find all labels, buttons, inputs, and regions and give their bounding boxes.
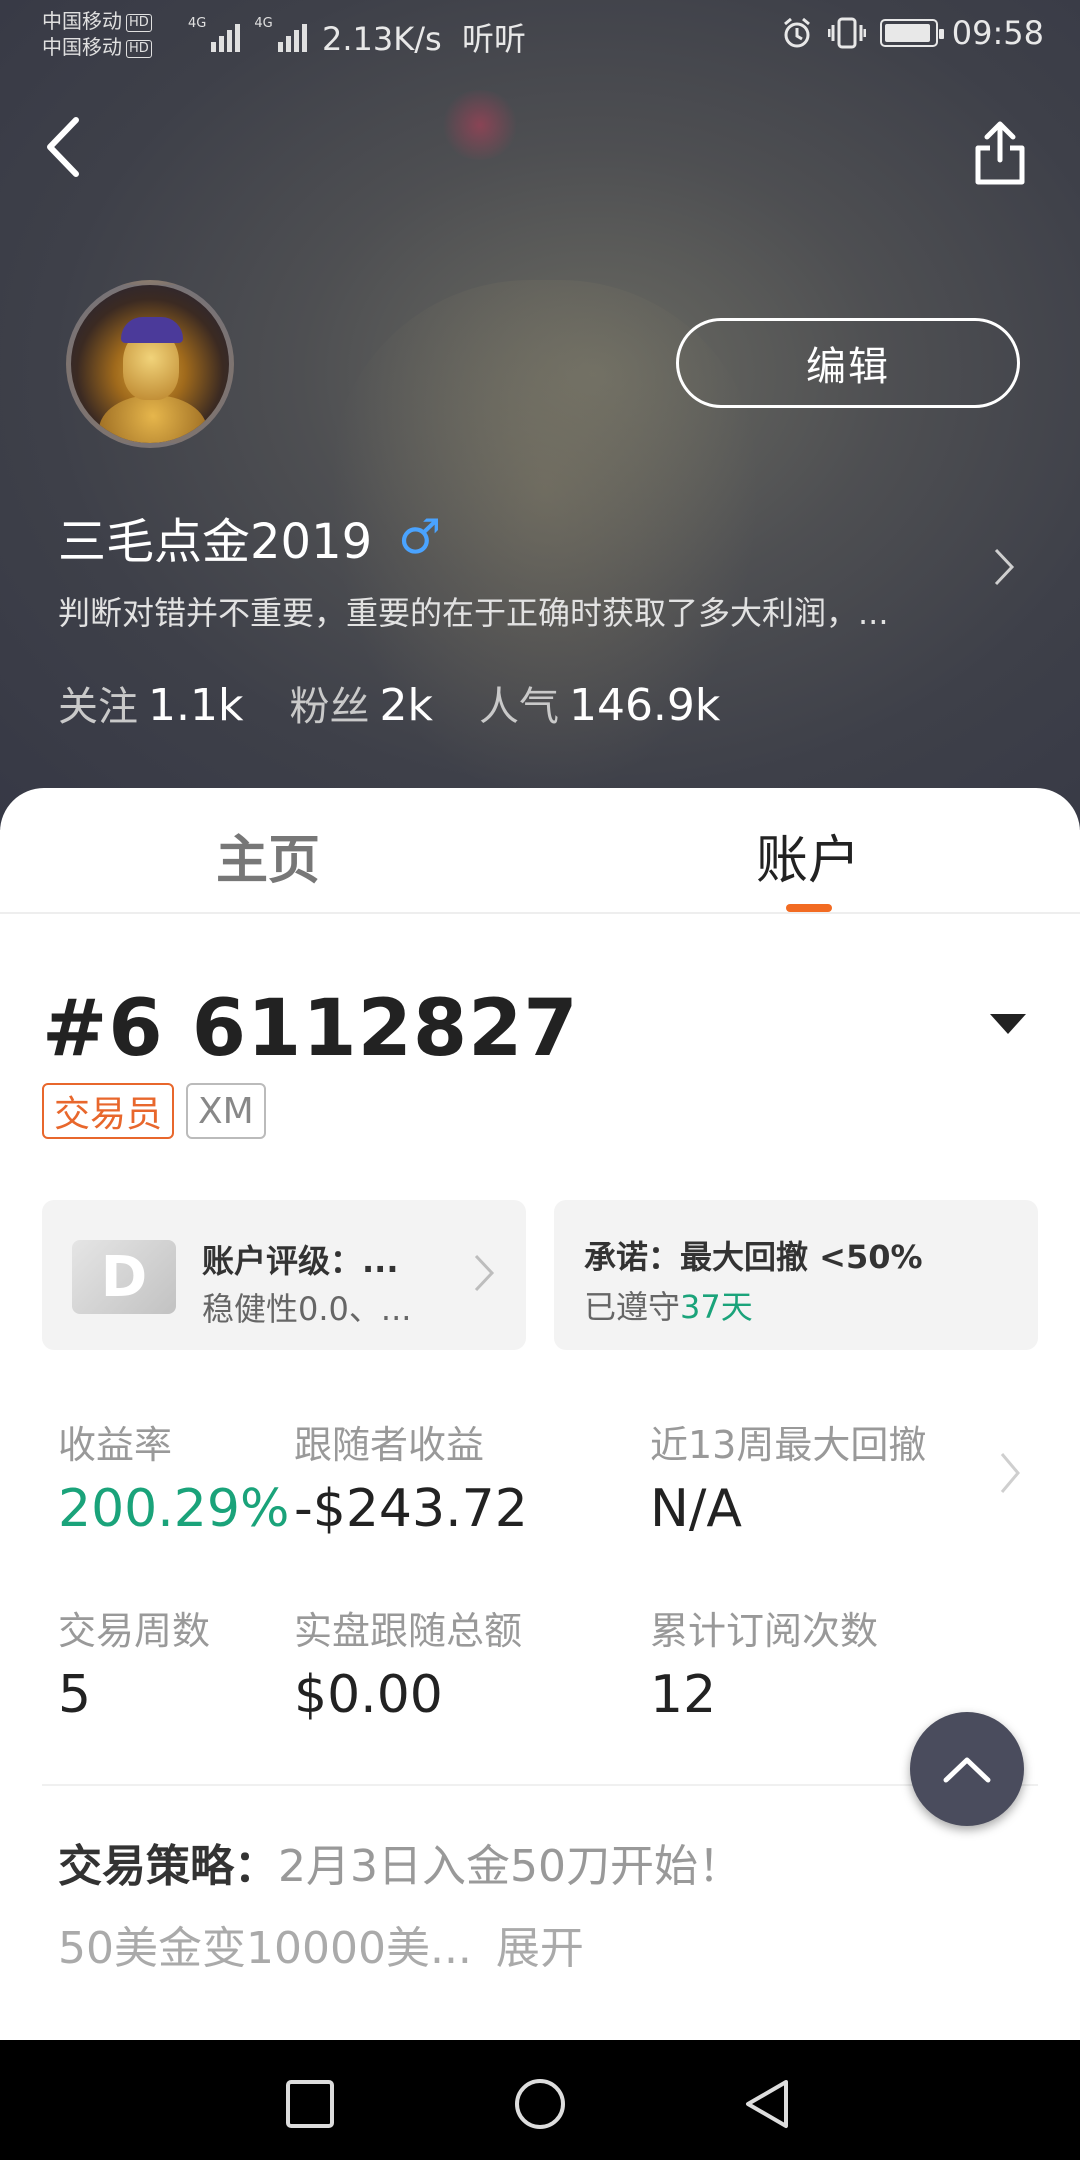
- rating-subtitle: 稳健性0.0、...: [202, 1290, 412, 1328]
- background-image-highlight: [440, 90, 520, 160]
- network-speed: 2.13K/s 听听: [322, 20, 527, 58]
- vibrate-icon: [827, 17, 866, 49]
- account-card: 主页 账户 #6 6112827 交易员 XM D 账户评级：... 稳健性0.…: [0, 788, 1080, 2040]
- strategy-label: 交易策略：: [58, 1841, 278, 1892]
- share-button[interactable]: [970, 118, 1030, 188]
- promise-title: 承诺：最大回撤 <50%: [584, 1238, 923, 1276]
- chevron-up-icon: [943, 1757, 991, 1783]
- account-rating-panel[interactable]: D 账户评级：... 稳健性0.0、...: [42, 1200, 526, 1350]
- edit-profile-button[interactable]: 编辑: [676, 318, 1020, 408]
- popularity-stat: 人气 146.9k: [478, 680, 721, 731]
- rating-grade-badge: D: [72, 1240, 176, 1314]
- strategy-more: 50美金变10000美... 展开: [58, 1912, 584, 1976]
- followers-stat[interactable]: 粉丝 2k: [289, 674, 432, 732]
- username: 三毛点金2019: [58, 514, 373, 570]
- chevron-right-icon[interactable]: [990, 542, 1020, 592]
- profile-bio[interactable]: 判断对错并不重要，重要的在于正确时获取了多大利润，...: [58, 588, 968, 634]
- chevron-right-icon: [474, 1254, 495, 1292]
- expand-link[interactable]: 展开: [496, 1923, 584, 1974]
- metric-max-drawdown[interactable]: 近13周最大回撤 N/A: [650, 1414, 926, 1539]
- account-badges: 交易员 XM: [42, 1083, 266, 1139]
- rating-title: 账户评级：...: [202, 1242, 399, 1280]
- metric-subscriptions: 累计订阅次数 12: [650, 1609, 879, 1725]
- back-nav-icon[interactable]: [740, 2076, 796, 2132]
- hd-badge: HD: [126, 39, 152, 58]
- metric-return-rate: 收益率 200.29%: [58, 1423, 290, 1539]
- avatar[interactable]: [66, 280, 234, 448]
- strategy-text: 2月3日入金50刀开始！: [278, 1841, 742, 1892]
- section-divider: [42, 1784, 1038, 1786]
- promise-days: 37天: [680, 1288, 753, 1326]
- chevron-right-icon[interactable]: [996, 1446, 1026, 1500]
- promise-kept: 已遵守37天: [584, 1288, 753, 1326]
- following-stat[interactable]: 关注 1.1k: [58, 674, 243, 732]
- status-bar: 中国移动 HD 中国移动 HD 4G 4G 2.13K/s 听听 09:58: [0, 0, 1080, 72]
- tab-home[interactable]: 主页: [216, 818, 320, 893]
- carrier-1: 中国移动: [42, 9, 122, 33]
- promise-panel[interactable]: 承诺：最大回撤 <50% 已遵守37天: [554, 1200, 1038, 1350]
- username-row: 三毛点金2019 ♂: [58, 502, 441, 572]
- system-navigation-bar: [0, 2040, 1080, 2160]
- profile-tabs: 主页 账户: [0, 788, 1080, 914]
- clock: 09:58: [951, 14, 1044, 52]
- back-button[interactable]: [40, 112, 90, 182]
- carrier-info: 中国移动 HD 中国移动 HD: [42, 8, 152, 60]
- trading-strategy: 交易策略：2月3日入金50刀开始！: [58, 1830, 742, 1894]
- carrier-2: 中国移动: [42, 35, 122, 59]
- recent-apps-icon[interactable]: [282, 2076, 338, 2132]
- account-dropdown-icon[interactable]: [988, 1008, 1028, 1038]
- broker-badge: XM: [186, 1083, 266, 1139]
- account-id: #6 6112827: [42, 984, 579, 1074]
- profile-stats: 关注 1.1k 粉丝 2k 人气 146.9k: [58, 674, 720, 732]
- strategy-text-2: 50美金变10000美...: [58, 1923, 472, 1974]
- app-indicator: 听听: [462, 20, 527, 58]
- hd-badge: HD: [126, 13, 152, 32]
- signal-icon: 4G: [188, 16, 241, 52]
- trader-badge: 交易员: [42, 1083, 175, 1139]
- male-gender-icon: ♂: [398, 509, 442, 565]
- signal-icon: 4G: [254, 16, 307, 52]
- alarm-icon: [783, 17, 810, 48]
- home-icon[interactable]: [512, 2076, 568, 2132]
- metric-follower-profit: 跟随者收益 -$243.72: [294, 1423, 528, 1539]
- status-right: 09:58: [780, 14, 1044, 52]
- battery-icon: [879, 19, 944, 47]
- tab-account[interactable]: 账户: [756, 818, 860, 893]
- active-tab-indicator: [786, 904, 832, 912]
- signal-icons: 4G 4G: [188, 16, 307, 52]
- metric-trading-weeks: 交易周数 5: [58, 1609, 211, 1725]
- metric-follow-total: 实盘跟随总额 $0.00: [294, 1609, 523, 1725]
- scroll-to-top-button[interactable]: [910, 1712, 1024, 1826]
